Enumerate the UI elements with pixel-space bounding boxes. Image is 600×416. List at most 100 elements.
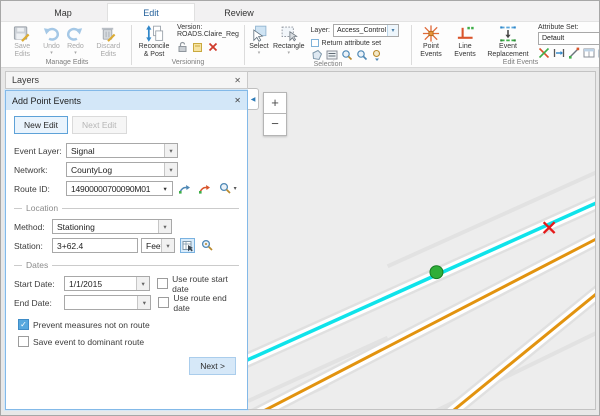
start-date-input[interactable]: 1/1/2015 ▾: [64, 276, 150, 291]
add-point-events-close-icon[interactable]: ✕: [234, 96, 241, 105]
collapse-panel-tab[interactable]: ◀: [248, 88, 259, 110]
add-point-events-header[interactable]: Add Point Events ✕: [6, 91, 247, 110]
ribbon-separator: [411, 25, 412, 65]
map-canvas[interactable]: [248, 72, 595, 409]
zoom-in-button[interactable]: +: [263, 92, 287, 114]
collapse-arrow-icon: ◀: [251, 96, 256, 103]
use-route-start-date-label: Use route start date: [172, 274, 239, 294]
event-replacement-button[interactable]: Event Replacement: [482, 24, 534, 59]
save-dominant-route-label: Save event to dominant route: [33, 337, 144, 347]
left-dock: Layers ✕ Add Point Events ✕ New Edit Nex…: [5, 71, 248, 410]
choose-route-from-map-icon: [198, 182, 211, 195]
dates-section-title: Dates: [26, 260, 48, 270]
zoom-to-location-icon: [201, 239, 214, 252]
rectangle-select-icon: [279, 24, 299, 43]
use-route-end-date-checkbox[interactable]: [158, 297, 169, 308]
save-dominant-route-checkbox[interactable]: [18, 336, 29, 347]
route-id-combobox[interactable]: 14900000700090M01 ▾: [66, 181, 173, 196]
location-section-title: Location: [26, 203, 58, 213]
network-select[interactable]: CountyLog ▾: [66, 162, 178, 177]
reconcile-post-icon: [144, 24, 164, 43]
chevron-down-icon: ▾: [164, 163, 177, 176]
line-events-button[interactable]: Line Events: [448, 24, 482, 59]
redo-dropdown-caret[interactable]: ▾: [74, 51, 77, 56]
selection-list-icon[interactable]: [326, 49, 338, 61]
method-select[interactable]: Stationing ▾: [52, 219, 172, 234]
event-layer-select[interactable]: Signal ▾: [66, 143, 178, 158]
group-selection: Select ▾ Rectangle ▾ Layer: Access_C: [247, 23, 409, 67]
map-zoom-control: + −: [263, 92, 287, 136]
station-label: Station:: [14, 241, 52, 251]
clear-selection-icon[interactable]: [371, 49, 383, 61]
attribute-set-select[interactable]: Default ▾: [538, 32, 600, 45]
add-point-events-title: Add Point Events: [12, 96, 81, 106]
pick-location-on-map-button[interactable]: [180, 238, 195, 253]
select-by-polygon-icon[interactable]: [311, 49, 323, 61]
select-tool-button[interactable]: Select ▾: [247, 24, 271, 56]
reconcile-post-button[interactable]: Reconcile & Post: [134, 24, 174, 59]
save-edits-button[interactable]: Save Edits: [5, 24, 39, 59]
end-date-input[interactable]: ▾: [64, 295, 151, 310]
ribbon-tab-bar: Map Edit Review: [1, 1, 599, 22]
zoom-out-button[interactable]: −: [263, 114, 287, 136]
delete-version-icon[interactable]: [207, 41, 219, 53]
zoom-to-selection-icon[interactable]: [341, 49, 353, 61]
tab-edit[interactable]: Edit: [107, 3, 195, 21]
next-button[interactable]: Next >: [189, 357, 236, 375]
group-label-versioning: Versioning: [134, 59, 242, 67]
undo-button[interactable]: Undo ▾: [39, 24, 63, 56]
new-edit-button[interactable]: New Edit: [14, 116, 68, 134]
discard-edits-icon: [98, 24, 118, 43]
return-attribute-set-checkbox[interactable]: [311, 39, 319, 47]
redo-icon: [65, 24, 85, 43]
pan-to-selection-icon[interactable]: [356, 49, 368, 61]
route-id-label: Route ID:: [14, 184, 66, 194]
group-label-edit-events: Edit Events: [414, 59, 600, 67]
choose-route-from-map-button[interactable]: [197, 181, 211, 196]
event-table-icon[interactable]: [583, 47, 595, 59]
method-label: Method:: [14, 222, 52, 232]
save-edits-icon: [12, 24, 32, 43]
use-route-start-date-checkbox[interactable]: [157, 278, 168, 289]
prevent-measures-label: Prevent measures not on route: [33, 320, 150, 330]
tab-review[interactable]: Review: [195, 4, 283, 21]
station-unit-select[interactable]: Feet ▾: [141, 238, 175, 253]
ribbon-separator: [131, 25, 132, 65]
select-dropdown-caret[interactable]: ▾: [258, 51, 261, 56]
group-label-manage-edits: Manage Edits: [5, 59, 129, 67]
next-edit-button[interactable]: Next Edit: [72, 116, 127, 134]
ribbon: Save Edits Undo ▾ Redo ▾: [1, 22, 599, 68]
split-event-icon[interactable]: [538, 47, 550, 59]
rectangle-select-button[interactable]: Rectangle ▾: [271, 24, 307, 56]
retire-event-icon[interactable]: [568, 47, 580, 59]
zoom-to-route-button[interactable]: ▾: [216, 181, 239, 196]
chevron-down-icon: ▾: [387, 25, 398, 36]
chevron-down-icon: ▾: [158, 220, 171, 233]
zoom-to-location-button[interactable]: [200, 238, 215, 253]
line-events-icon: [455, 24, 475, 43]
chevron-down-icon: ▾: [161, 239, 174, 252]
prevent-measures-checkbox[interactable]: ✓: [18, 319, 29, 330]
point-events-button[interactable]: Point Events: [414, 24, 448, 59]
tab-map[interactable]: Map: [19, 4, 107, 21]
event-layer-label: Event Layer:: [14, 146, 66, 156]
new-version-icon[interactable]: [192, 41, 204, 53]
undo-dropdown-caret[interactable]: ▾: [50, 51, 53, 56]
choose-route-button[interactable]: [178, 181, 192, 196]
layers-panel-header[interactable]: Layers ✕: [5, 71, 248, 89]
layers-close-icon[interactable]: ✕: [234, 76, 241, 85]
network-label: Network:: [14, 165, 66, 175]
add-point-events-panel: Add Point Events ✕ New Edit Next Edit Ev…: [5, 90, 248, 410]
rectangle-dropdown-caret[interactable]: ▾: [288, 51, 291, 56]
station-input[interactable]: 3+62.4: [52, 238, 138, 253]
point-event-marker[interactable]: [430, 266, 443, 279]
merge-events-icon[interactable]: [553, 47, 565, 59]
pick-location-icon: [182, 240, 194, 252]
unlock-version-icon[interactable]: [177, 41, 189, 53]
end-date-label: End Date:: [14, 298, 64, 308]
map-viewport[interactable]: ◀ + −: [248, 71, 596, 410]
discard-edits-button[interactable]: Discard Edits: [87, 24, 129, 59]
layer-select[interactable]: Access_Control ▾: [333, 24, 399, 37]
chevron-down-icon: ▾: [234, 185, 237, 192]
redo-button[interactable]: Redo ▾: [63, 24, 87, 56]
